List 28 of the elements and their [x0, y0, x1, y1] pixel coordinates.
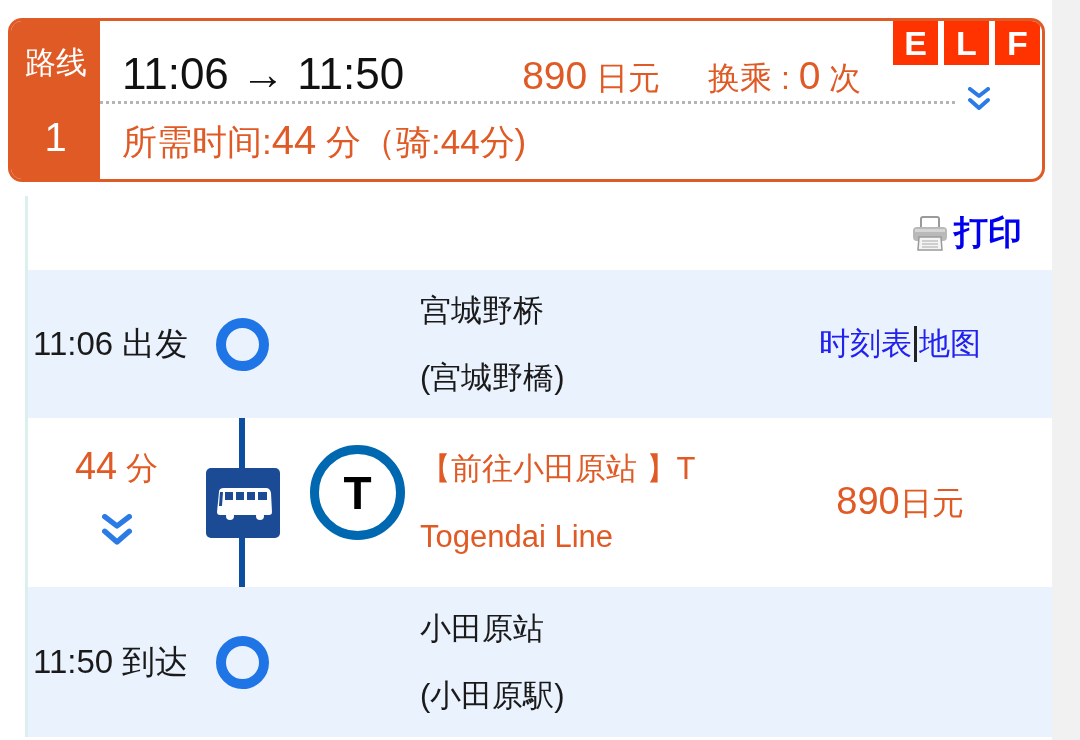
station-link[interactable]: 地图: [919, 323, 981, 365]
ring-icon: [216, 635, 269, 689]
fare-text: 890 日元: [835, 479, 965, 524]
double-chevron-icon[interactable]: [101, 513, 132, 546]
station-name: 小田原站: [420, 610, 545, 648]
ring-icon: [216, 317, 269, 371]
feature-badge: L: [944, 21, 989, 65]
station-name-local: (小田原駅): [420, 677, 566, 715]
duration-text: 所需时间:44 分（骑:44分): [122, 117, 527, 164]
feature-badge: E: [893, 21, 938, 65]
ride-duration: 44 分: [74, 445, 159, 488]
time-label: 11:50 到达: [32, 641, 190, 682]
double-chevron-icon[interactable]: [968, 87, 990, 111]
fare-text: 890 日元: [522, 54, 661, 99]
route-label: 路线: [24, 43, 87, 82]
bus-icon: [205, 467, 280, 538]
feature-badge: F: [995, 21, 1040, 65]
route-number: 1: [44, 113, 67, 160]
time-range-text: 11:06 → 11:50: [122, 49, 405, 99]
printer-icon: [912, 215, 948, 251]
station-link[interactable]: 时刻表: [819, 323, 912, 365]
print-link[interactable]: 打印: [912, 210, 1022, 256]
station-name-local: (宫城野橋): [420, 359, 566, 397]
line-name: Togendai Line: [420, 517, 615, 556]
transfer-count-text: 换乘 : 0 次: [708, 54, 862, 99]
time-label: 11:06 出发: [32, 323, 190, 364]
station-name: 宫城野桥: [420, 292, 545, 330]
direction-text: 【前往小田原站 】T: [420, 449, 697, 488]
